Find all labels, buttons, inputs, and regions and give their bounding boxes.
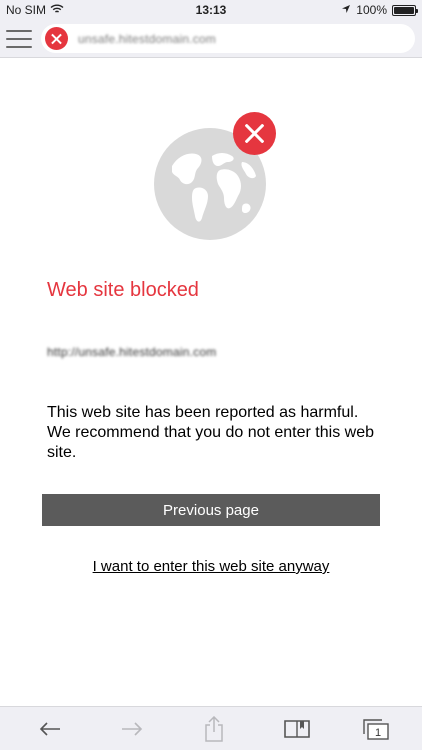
- battery-icon: [392, 4, 418, 16]
- location-arrow-icon: [341, 3, 351, 17]
- blocked-url: http://unsafe.hitestdomain.com: [47, 345, 217, 359]
- book-icon[interactable]: [282, 715, 312, 743]
- tabs-icon[interactable]: 1: [360, 715, 392, 743]
- hamburger-menu-icon[interactable]: [5, 27, 33, 51]
- address-url: unsafe.hitestdomain.com: [78, 31, 217, 46]
- battery-percent: 100%: [356, 3, 387, 17]
- bottom-toolbar: 1: [0, 706, 422, 750]
- status-right: 100%: [341, 3, 418, 17]
- blocked-illustration: [152, 112, 278, 240]
- browser-toolbar: unsafe.hitestdomain.com: [0, 20, 422, 58]
- previous-page-button[interactable]: Previous page: [42, 494, 380, 526]
- arrow-left-icon[interactable]: [35, 715, 65, 743]
- battery-fill: [394, 6, 414, 14]
- status-bar: No SIM 13:13 100%: [0, 0, 422, 20]
- page-title: Web site blocked: [47, 279, 199, 301]
- address-bar[interactable]: unsafe.hitestdomain.com: [41, 24, 415, 53]
- warning-message: This web site has been reported as harmf…: [47, 404, 374, 461]
- share-icon[interactable]: [199, 715, 229, 743]
- enter-anyway-link[interactable]: I want to enter this web site anyway: [0, 558, 422, 575]
- arrow-right-icon[interactable]: [117, 715, 147, 743]
- tab-count: 1: [375, 727, 381, 739]
- blocked-x-icon: [233, 112, 276, 155]
- blocked-x-icon: [45, 27, 68, 50]
